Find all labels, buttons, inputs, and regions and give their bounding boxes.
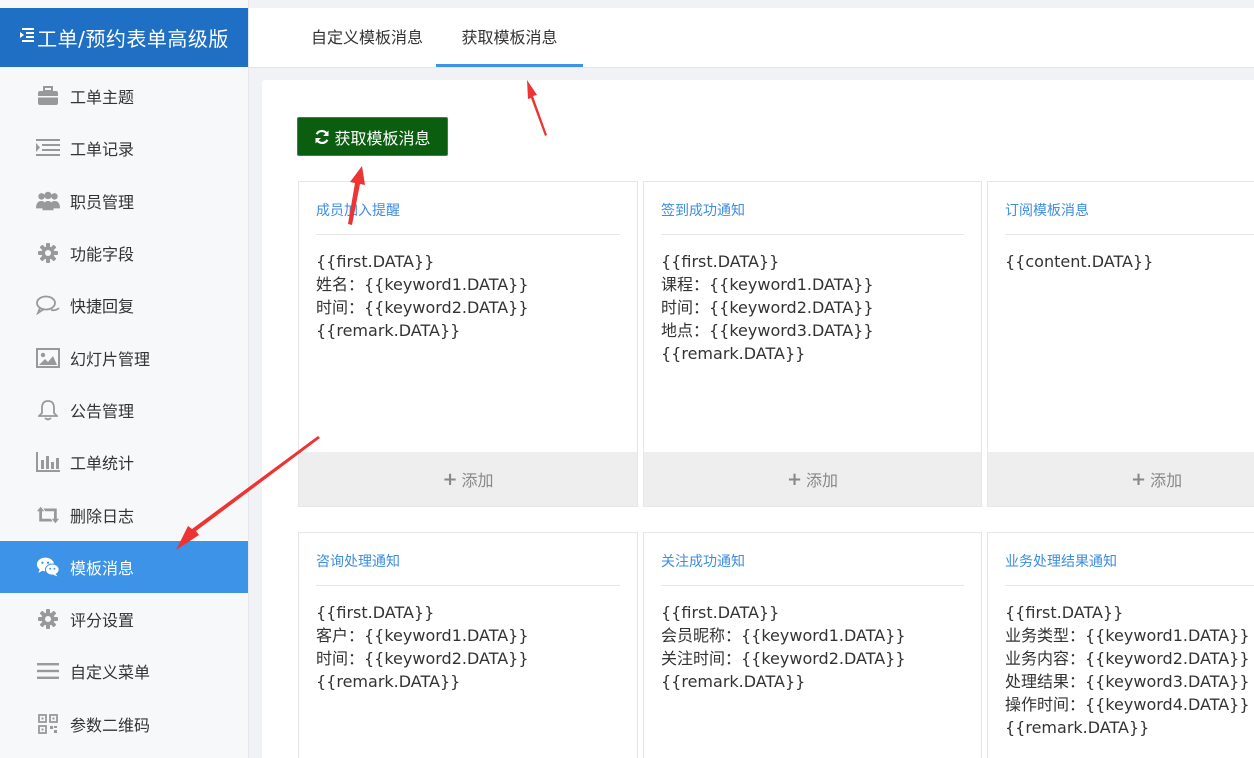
sidebar-item-stats[interactable]: 工单统计 bbox=[0, 436, 248, 488]
list-icon bbox=[36, 136, 60, 160]
sidebar-nav: 工单主题 工单记录 职员管理 功能字段 快捷回复 幻灯片管理 公告管理 工单统计… bbox=[0, 70, 248, 750]
plus-icon: + bbox=[786, 468, 803, 490]
template-content: {{first.DATA}} 会员昵称：{{keyword1.DATA}} 关注… bbox=[661, 603, 906, 691]
gear-icon bbox=[36, 241, 60, 265]
sidebar-item-label: 功能字段 bbox=[70, 245, 135, 265]
sidebar-item-label: 参数二维码 bbox=[70, 715, 151, 735]
add-template-button[interactable]: + 添加 bbox=[644, 452, 981, 506]
add-label: 添加 bbox=[1150, 471, 1183, 490]
bar-chart-icon bbox=[36, 450, 60, 474]
template-card: 签到成功通知 {{first.DATA}} 课程：{{keyword1.DATA… bbox=[643, 181, 982, 507]
sidebar-item-quick-reply[interactable]: 快捷回复 bbox=[0, 279, 248, 331]
sidebar-item-label: 快捷回复 bbox=[70, 297, 135, 317]
gear-icon bbox=[36, 607, 60, 631]
card-divider bbox=[661, 234, 964, 235]
sidebar-item-announcements[interactable]: 公告管理 bbox=[0, 384, 248, 436]
template-content: {{first.DATA}} 客户：{{keyword1.DATA}} 时间：{… bbox=[316, 603, 529, 691]
sidebar: 工单/预约表单高级版 工单主题 工单记录 职员管理 功能字段 快捷回复 幻灯片管… bbox=[0, 0, 249, 758]
bell-icon bbox=[36, 398, 60, 422]
refresh-icon bbox=[315, 129, 330, 144]
template-card: 成员加入提醒 {{first.DATA}} 姓名：{{keyword1.DATA… bbox=[298, 181, 638, 507]
card-divider bbox=[1005, 585, 1254, 586]
template-card: 关注成功通知 {{first.DATA}} 会员昵称：{{keyword1.DA… bbox=[643, 532, 982, 758]
template-title[interactable]: 业务处理结果通知 bbox=[1005, 551, 1117, 571]
sidebar-item-label: 删除日志 bbox=[70, 506, 135, 526]
sidebar-item-template-messages[interactable]: 模板消息 bbox=[0, 540, 248, 593]
card-divider bbox=[316, 585, 620, 586]
fetch-template-messages-button[interactable]: 获取模板消息 bbox=[297, 117, 448, 156]
template-content: {{content.DATA}} bbox=[1005, 252, 1154, 271]
card-divider bbox=[1005, 234, 1254, 235]
outdent-icon bbox=[19, 27, 35, 48]
briefcase-icon bbox=[36, 84, 60, 108]
template-title[interactable]: 签到成功通知 bbox=[661, 200, 745, 220]
sidebar-item-label: 公告管理 bbox=[70, 401, 135, 421]
template-title[interactable]: 关注成功通知 bbox=[661, 551, 745, 571]
sidebar-item-label: 工单记录 bbox=[70, 140, 135, 160]
chat-bubble-icon bbox=[36, 293, 60, 317]
add-label: 添加 bbox=[461, 471, 494, 490]
template-content: {{first.DATA}} 姓名：{{keyword1.DATA}} 时间：{… bbox=[316, 252, 529, 340]
sidebar-item-label: 工单主题 bbox=[70, 88, 135, 108]
sidebar-item-fields[interactable]: 功能字段 bbox=[0, 227, 248, 279]
sidebar-item-label: 自定义菜单 bbox=[70, 663, 151, 683]
top-tab-bar: 自定义模板消息 获取模板消息 bbox=[249, 8, 1254, 68]
template-title[interactable]: 咨询处理通知 bbox=[316, 551, 400, 571]
tab-fetch-template-messages[interactable]: 获取模板消息 bbox=[436, 8, 583, 67]
sidebar-item-staff[interactable]: 职员管理 bbox=[0, 175, 248, 227]
image-icon bbox=[36, 346, 60, 370]
template-content: {{first.DATA}} 业务类型：{{keyword1.DATA}} 业务… bbox=[1005, 603, 1250, 737]
sidebar-item-ticket-subject[interactable]: 工单主题 bbox=[0, 70, 248, 122]
add-template-button[interactable]: + 添加 bbox=[988, 452, 1254, 506]
tab-custom-template-messages[interactable]: 自定义模板消息 bbox=[275, 8, 459, 67]
plus-icon: + bbox=[442, 468, 458, 490]
sidebar-item-slides[interactable]: 幻灯片管理 bbox=[0, 331, 248, 383]
qrcode-icon bbox=[36, 712, 60, 736]
sidebar-item-label: 职员管理 bbox=[70, 192, 135, 212]
template-card: 业务处理结果通知 {{first.DATA}} 业务类型：{{keyword1.… bbox=[987, 532, 1254, 758]
card-divider bbox=[661, 585, 964, 586]
add-template-button[interactable]: + 添加 bbox=[299, 452, 637, 506]
fetch-button-label: 获取模板消息 bbox=[334, 128, 431, 148]
sidebar-item-label: 工单统计 bbox=[70, 454, 135, 474]
template-card: 订阅模板消息 {{content.DATA}} + 添加 bbox=[987, 181, 1254, 507]
add-label: 添加 bbox=[806, 471, 839, 490]
plus-icon: + bbox=[1131, 468, 1147, 490]
card-divider bbox=[316, 234, 620, 235]
template-title[interactable]: 订阅模板消息 bbox=[1005, 200, 1089, 220]
sidebar-item-qrcode[interactable]: 参数二维码 bbox=[0, 698, 248, 750]
retweet-icon bbox=[36, 503, 60, 527]
template-card: 咨询处理通知 {{first.DATA}} 客户：{{keyword1.DATA… bbox=[298, 532, 638, 758]
sidebar-item-custom-menu[interactable]: 自定义菜单 bbox=[0, 645, 248, 697]
sidebar-item-rating-settings[interactable]: 评分设置 bbox=[0, 593, 248, 645]
sidebar-item-delete-log[interactable]: 删除日志 bbox=[0, 488, 248, 540]
menu-icon bbox=[36, 659, 60, 683]
template-content: {{first.DATA}} 课程：{{keyword1.DATA}} 时间：{… bbox=[661, 252, 874, 363]
sidebar-item-label: 幻灯片管理 bbox=[70, 349, 151, 369]
app-brand[interactable]: 工单/预约表单高级版 bbox=[0, 8, 248, 67]
template-title[interactable]: 成员加入提醒 bbox=[316, 200, 400, 220]
users-icon bbox=[36, 189, 60, 213]
sidebar-item-label: 评分设置 bbox=[70, 611, 135, 631]
sidebar-item-ticket-records[interactable]: 工单记录 bbox=[0, 122, 248, 174]
sidebar-item-label: 模板消息 bbox=[70, 558, 135, 578]
wechat-icon bbox=[36, 555, 60, 579]
app-title: 工单/预约表单高级版 bbox=[37, 27, 229, 51]
